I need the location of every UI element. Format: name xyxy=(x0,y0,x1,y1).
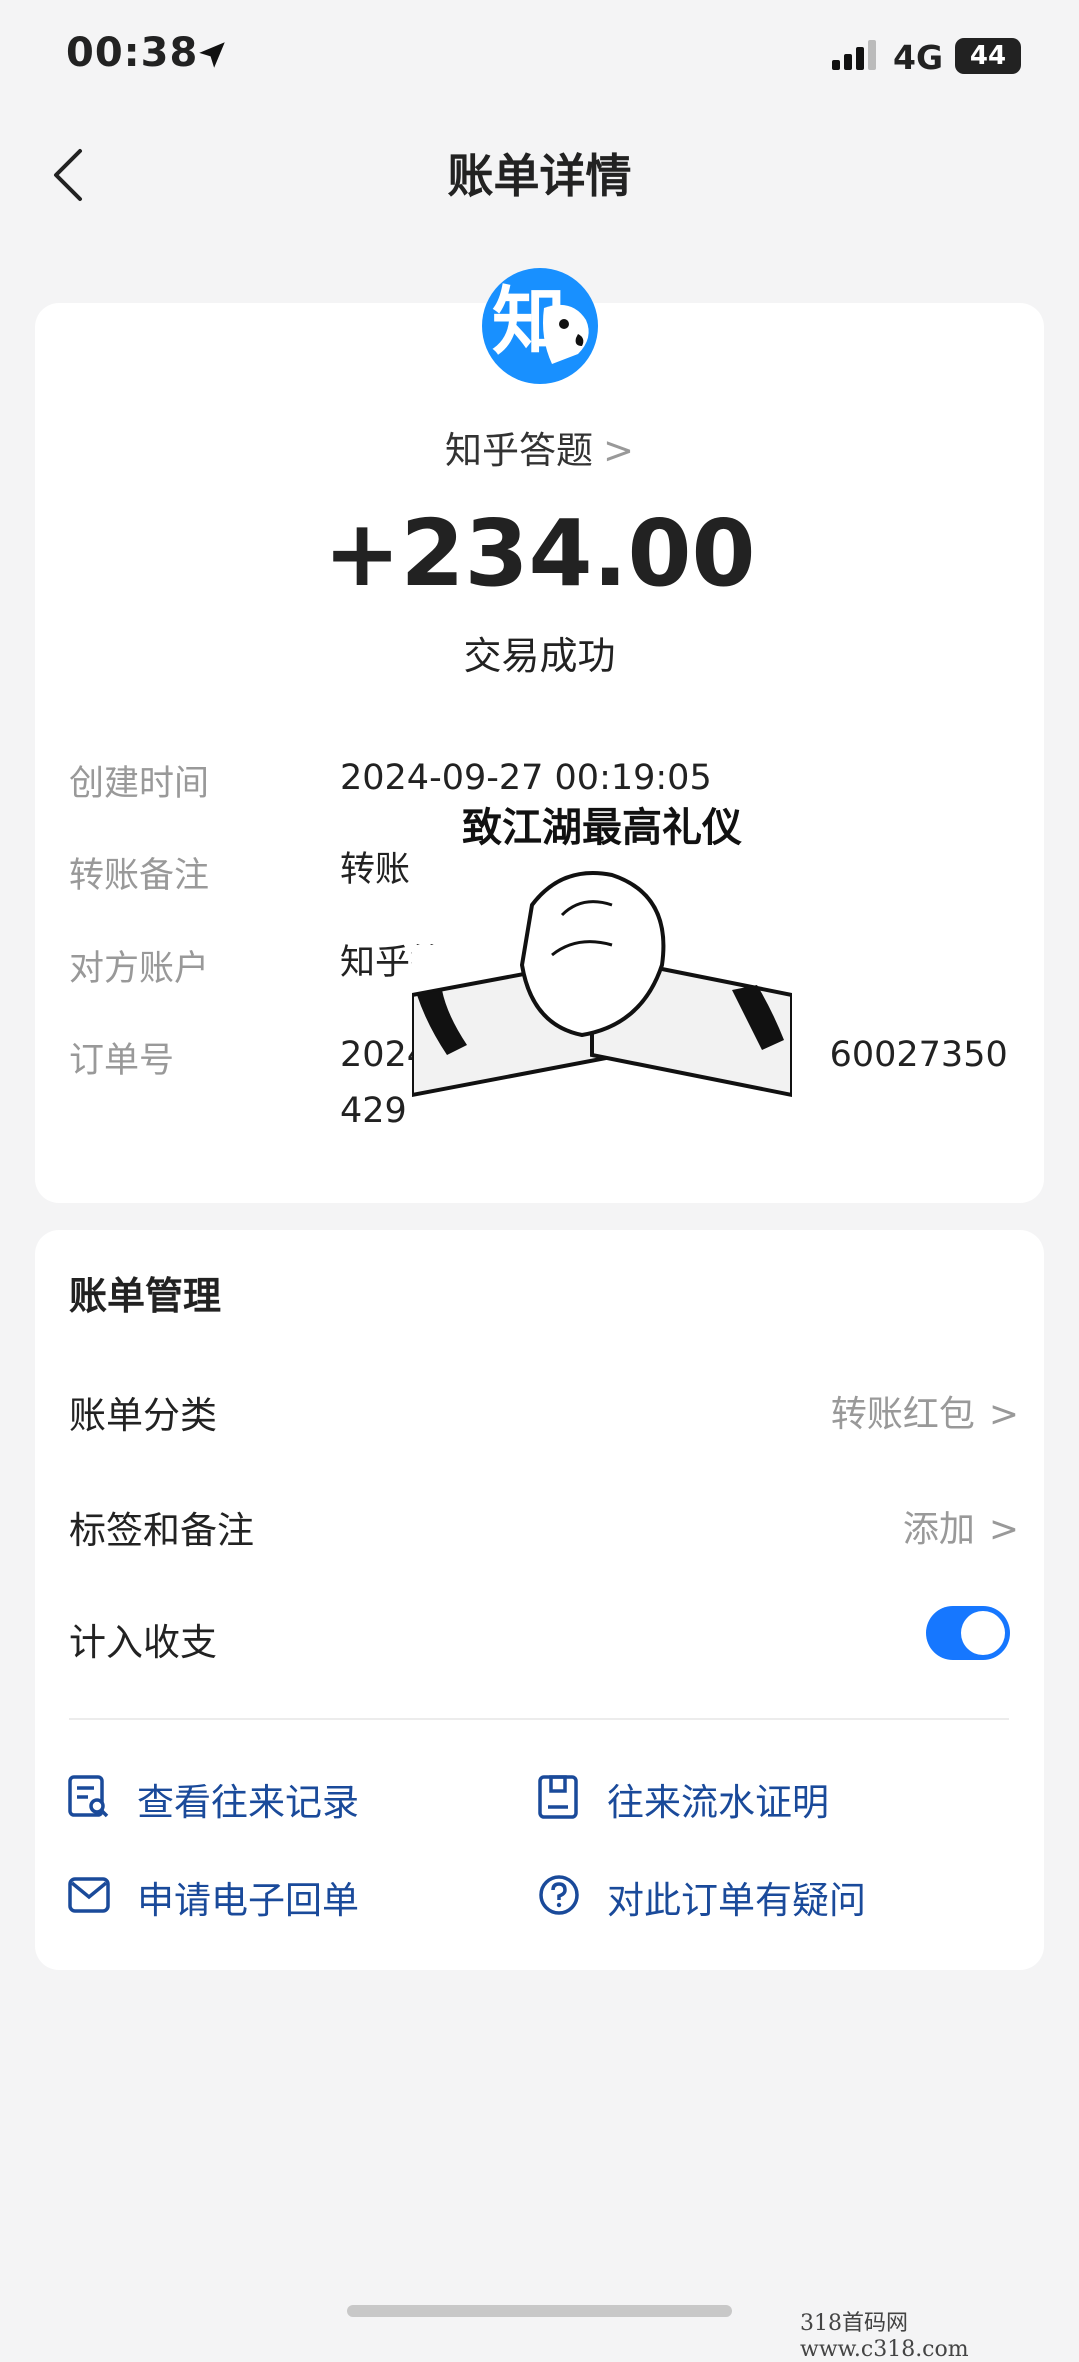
transaction-amount: +234.00 xyxy=(323,500,756,607)
chevron-right-icon: > xyxy=(988,1394,1019,1435)
bill-category-row[interactable]: 转账红包 > xyxy=(831,1385,1019,1437)
chevron-right-icon: > xyxy=(602,429,634,472)
watermark: 318首码网 www.c318.com xyxy=(800,2311,969,2362)
location-arrow-icon xyxy=(199,42,225,68)
fist-bump-icon xyxy=(412,871,792,1115)
status-time: 00:38 xyxy=(66,30,199,76)
merchant-avatar: 知 xyxy=(482,268,598,384)
transaction-proof-link[interactable]: 往来流水证明 xyxy=(607,1772,829,1826)
signal-icon xyxy=(832,40,876,70)
divider xyxy=(69,1718,1009,1720)
transfer-note-label: 转账备注 xyxy=(69,856,210,896)
tags-notes-label: 标签和备注 xyxy=(69,1509,254,1552)
section-title: 账单管理 xyxy=(69,1274,222,1318)
battery-icon: 44 xyxy=(955,38,1021,74)
transaction-status: 交易成功 xyxy=(463,634,616,678)
page-title: 账单详情 xyxy=(447,149,632,203)
bill-category-label: 账单分类 xyxy=(69,1394,217,1437)
sticker-image: 致江湖最高礼仪 xyxy=(412,795,792,1125)
chevron-right-icon: > xyxy=(988,1509,1019,1550)
network-type: 4G xyxy=(893,38,944,77)
created-time-label: 创建时间 xyxy=(69,764,210,804)
home-indicator xyxy=(347,2305,732,2317)
dog-mascot-icon xyxy=(543,304,589,364)
bill-category-value: 转账红包 xyxy=(830,1394,975,1435)
order-number-label: 订单号 xyxy=(69,1041,175,1081)
question-icon xyxy=(539,1875,579,1915)
include-in-balance-label: 计入收支 xyxy=(69,1621,217,1664)
status-bar: 00:38 4G 44 xyxy=(0,0,1079,120)
toggle-knob xyxy=(961,1611,1005,1655)
include-in-balance-toggle[interactable] xyxy=(926,1606,1010,1660)
bill-management-card xyxy=(35,1230,1044,1970)
order-question-link[interactable]: 对此订单有疑问 xyxy=(607,1870,866,1924)
view-history-link[interactable]: 查看往来记录 xyxy=(137,1772,359,1826)
tags-notes-value: 添加 xyxy=(902,1509,975,1550)
mail-icon xyxy=(68,1877,110,1913)
record-search-icon xyxy=(68,1775,109,1818)
tags-notes-row[interactable]: 添加 > xyxy=(903,1500,1019,1552)
document-icon xyxy=(538,1775,578,1819)
e-receipt-link[interactable]: 申请电子回单 xyxy=(137,1870,359,1924)
merchant-name: 知乎答题 xyxy=(444,429,593,472)
merchant-name-link[interactable]: 知乎答题 > xyxy=(0,420,1079,474)
counterparty-label: 对方账户 xyxy=(69,949,210,989)
